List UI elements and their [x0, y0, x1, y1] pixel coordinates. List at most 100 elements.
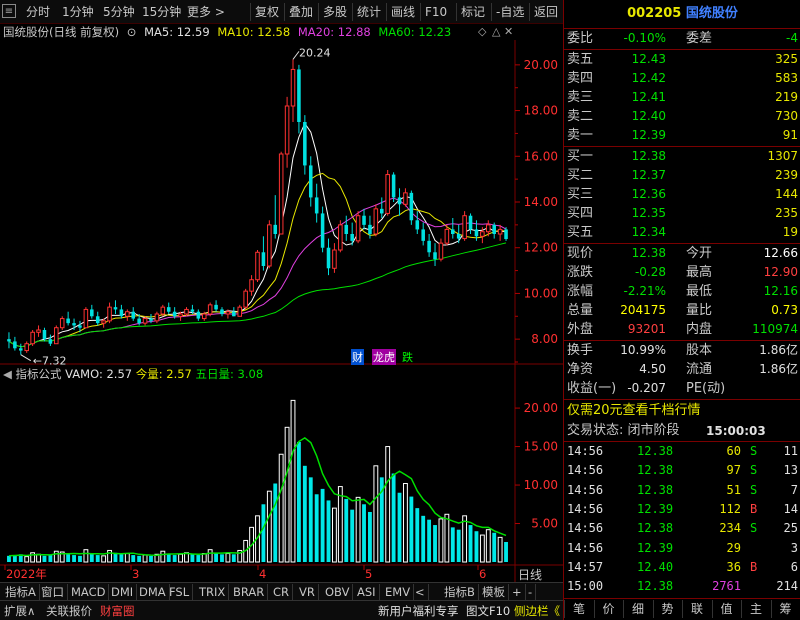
bid-row[interactable]: 买五 12.34 19 — [564, 223, 800, 242]
fuquan-button[interactable]: 复权 — [250, 3, 279, 21]
wealth-circle-button[interactable]: 财富圈 — [100, 603, 135, 619]
longhu-mark[interactable]: 龙虎 — [372, 349, 396, 365]
tab-15min[interactable]: 15分钟 — [142, 3, 181, 21]
tab-5min[interactable]: 5分钟 — [103, 3, 135, 21]
indicator-tab[interactable]: 指标B — [441, 584, 479, 600]
chart-area[interactable]: 20.00 18.00 16.00 14.00 12.00 10.00 8.00 20.00 1… — [0, 40, 563, 582]
tongji-button[interactable]: 统计 — [352, 3, 381, 21]
candle-body — [42, 330, 47, 340]
stat-row: 现价 12.38 今开 12.66 — [567, 246, 798, 261]
candle-body — [142, 318, 148, 324]
y-tick-label: 16.00 — [524, 149, 558, 163]
f10-button[interactable]: F10 — [420, 3, 447, 21]
ask-row[interactable]: 卖二 12.40 730 — [564, 107, 800, 126]
indicator-title[interactable]: 指标公式 — [16, 367, 62, 381]
ask-row[interactable]: 卖三 12.41 219 — [564, 88, 800, 107]
vol-bar — [83, 549, 89, 563]
diamond-icon[interactable]: ◇ — [478, 25, 486, 38]
bid-row[interactable]: 买一 12.38 1307 — [564, 147, 800, 166]
candle-body — [101, 320, 106, 324]
indicator-tab[interactable]: + — [509, 584, 526, 600]
bid-row[interactable]: 买四 12.35 235 — [564, 204, 800, 223]
vol-y-tick-label: 10.00 — [524, 478, 558, 492]
side-tool-2[interactable]: 细 — [623, 600, 652, 618]
indicator-tab[interactable]: ASI — [354, 584, 380, 600]
side-tool-6[interactable]: 主 — [741, 600, 770, 618]
indicator-tab[interactable]: 窗口 — [38, 584, 68, 600]
indicator-tab[interactable]: 指标A — [2, 584, 40, 600]
new-user-promo[interactable]: 新用户福利专享 — [378, 603, 459, 619]
vol-bar — [479, 534, 485, 563]
y-tick-label: 18.00 — [524, 104, 558, 118]
huaxian-button[interactable]: 画线 — [386, 3, 415, 21]
bid-row[interactable]: 买三 12.36 144 — [564, 185, 800, 204]
side-tool-1[interactable]: 价 — [593, 600, 623, 618]
candle-body — [131, 311, 136, 319]
indicator-tab[interactable]: FSL — [166, 584, 194, 600]
ask-row[interactable]: 卖一 12.39 91 — [564, 126, 800, 145]
caiwu-mark[interactable]: 财 — [351, 349, 364, 365]
candle-body — [160, 306, 166, 315]
duogu-button[interactable]: 多股 — [318, 3, 347, 21]
collapse-icon[interactable]: ◀ — [3, 367, 12, 381]
stat-row: 外盘 93201 内盘 110974 — [567, 322, 798, 337]
close-icon[interactable]: ✕ — [504, 25, 513, 38]
side-tool-7[interactable]: 筹 — [770, 600, 800, 618]
settings-icon[interactable]: ⊙ — [127, 25, 137, 39]
side-tool-5[interactable]: 值 — [711, 600, 741, 618]
indicator-tab[interactable]: CR — [270, 584, 294, 600]
up-icon[interactable]: △ — [492, 25, 500, 38]
vol-bar — [409, 496, 414, 562]
die-mark[interactable]: 跌 — [402, 349, 413, 365]
vol-bar — [344, 498, 349, 562]
indicator-tab[interactable]: BRAR — [230, 584, 269, 600]
bid-row[interactable]: 买二 12.37 239 — [564, 166, 800, 185]
side-tool-4[interactable]: 联 — [682, 600, 711, 618]
tick-row: 14:56 12.38 234 S 25 — [567, 521, 798, 536]
tab-fenshi[interactable]: 分时 — [26, 3, 50, 21]
zixuan-button[interactable]: -自选 — [491, 3, 524, 21]
ask-row[interactable]: 卖四 12.42 583 — [564, 69, 800, 88]
menu-icon[interactable]: ≡ — [2, 4, 16, 18]
indicator-tab[interactable]: TRIX — [196, 584, 230, 600]
indicator-tab[interactable]: DMA — [136, 584, 170, 600]
vol-bar — [492, 532, 497, 562]
candle-body — [421, 229, 425, 241]
promo-text[interactable]: 仅需20元查看千档行情 — [567, 401, 701, 421]
related-quote-button[interactable]: 关联报价 — [46, 603, 92, 619]
tab-1min[interactable]: 1分钟 — [62, 3, 94, 21]
vol-bar — [101, 555, 107, 563]
candle-body — [403, 192, 408, 205]
tab-more[interactable]: 更多 > — [187, 3, 225, 21]
wuriliang-value: 五日量: 3.08 — [195, 367, 264, 381]
chart-title: 国统股份(日线 前复权) — [3, 25, 120, 39]
vol-bar — [320, 488, 325, 562]
sidebar-toggle[interactable]: 侧边栏《 — [514, 603, 560, 619]
f10-graphic-button[interactable]: 图文F10 — [466, 603, 510, 619]
vol-bar — [456, 529, 461, 562]
quote-panel: 002205 国统股份 委比 -0.10% 委差 -4 卖五 12.43 325… — [563, 0, 800, 620]
low-marker — [20, 354, 32, 362]
tick-row: 14:56 12.38 60 S 11 — [567, 444, 798, 458]
candle-body — [373, 208, 379, 235]
indicator-tab[interactable]: 模板 — [479, 584, 509, 600]
promo-row[interactable]: 仅需20元查看千档行情 — [564, 401, 800, 421]
indicator-tab[interactable]: VR — [296, 584, 319, 600]
side-tool-3[interactable]: 势 — [652, 600, 682, 618]
back-button[interactable]: 返回 — [529, 3, 558, 21]
expand-button[interactable]: 扩展∧ — [4, 603, 35, 619]
period-label[interactable]: 日线 — [518, 566, 542, 583]
indicator-tab[interactable]: - — [525, 584, 537, 600]
candle-body — [474, 229, 479, 237]
biaoji-button[interactable]: 标记 — [456, 3, 485, 21]
ask-row[interactable]: 卖五 12.43 325 — [564, 50, 800, 69]
vol-bar — [142, 554, 148, 563]
indicator-tab[interactable]: < — [412, 584, 429, 600]
indicator-tab[interactable]: DMI — [108, 584, 138, 600]
diejia-button[interactable]: 叠加 — [284, 3, 313, 21]
indicator-tab[interactable]: EMV — [382, 584, 415, 600]
side-tool-0[interactable]: 笔 — [564, 600, 593, 618]
indicator-tab[interactable]: OBV — [322, 584, 354, 600]
vol-bar — [231, 554, 236, 562]
indicator-tab[interactable]: MACD — [68, 584, 110, 600]
